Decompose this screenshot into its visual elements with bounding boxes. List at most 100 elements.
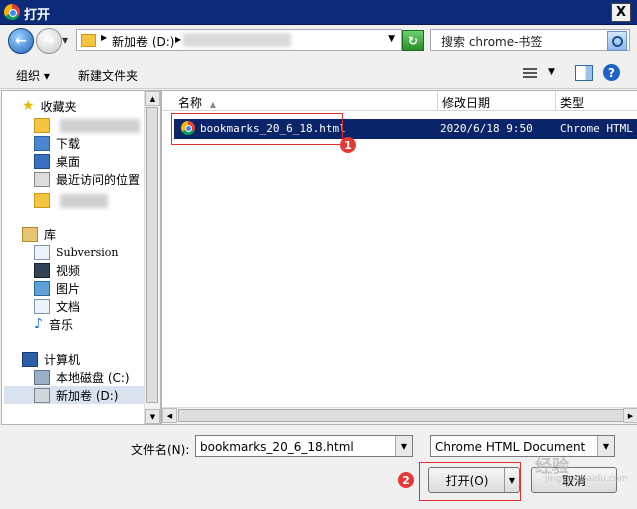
filename-label: 文件名(N):: [131, 443, 190, 457]
organize-button[interactable]: 组织 ▾: [16, 67, 50, 84]
new-folder-button[interactable]: 新建文件夹: [78, 67, 138, 84]
star-icon: ★: [22, 97, 35, 114]
search-icon[interactable]: [607, 31, 627, 51]
chrome-icon: [4, 4, 20, 20]
refresh-icon: ↻: [407, 33, 419, 48]
filename-field[interactable]: bookmarks_20_6_18.html ▼: [195, 435, 413, 457]
file-type: Chrome HTML Document: [560, 122, 637, 135]
scroll-down-icon[interactable]: ▼: [145, 409, 160, 424]
column-label: 名称: [178, 96, 203, 110]
computer-icon: [22, 351, 38, 367]
search-input[interactable]: 搜索 chrome-书签: [441, 33, 542, 50]
forward-arrow-icon: →: [43, 33, 55, 49]
help-icon[interactable]: ?: [603, 64, 620, 81]
blurred-label: [60, 194, 108, 208]
sidebar-item-local-disk[interactable]: 本地磁盘 (C:): [34, 368, 130, 386]
command-toolbar: 组织 ▾ 新建文件夹 ▼ ?: [0, 58, 637, 89]
chevron-down-icon[interactable]: ▼: [395, 436, 412, 456]
sidebar-item-desktop[interactable]: 桌面: [34, 152, 80, 170]
scroll-up-icon[interactable]: ▲: [145, 91, 160, 106]
sidebar-label: 音乐: [48, 317, 73, 332]
desktop-icon: [34, 153, 50, 169]
annotation-badge: 1: [340, 137, 356, 153]
sort-ascending-icon: ▲: [209, 100, 216, 109]
view-options-icon[interactable]: [523, 68, 537, 78]
blurred-label: [60, 119, 140, 133]
sidebar-scrollbar[interactable]: ▲ ▼: [144, 91, 160, 424]
sidebar-item-new-volume[interactable]: 新加卷 (D:): [4, 386, 144, 404]
column-label: 修改日期: [442, 96, 491, 110]
window-title: 打开: [24, 8, 51, 23]
recent-pages-dropdown-icon[interactable]: ▼: [62, 36, 68, 45]
picture-icon: [34, 280, 50, 296]
scroll-thumb[interactable]: [178, 409, 630, 422]
breadcrumb-arrow-icon[interactable]: ▶: [101, 33, 107, 42]
sidebar-item-download[interactable]: 下载: [34, 134, 80, 152]
address-bar[interactable]: ▶ 新加卷 (D:) ▶ ▼: [76, 29, 402, 51]
sidebar-item-videos[interactable]: 视频: [34, 261, 80, 279]
chevron-down-icon[interactable]: ▼: [597, 436, 614, 456]
music-note-icon: ♪: [34, 315, 43, 332]
video-icon: [34, 262, 50, 278]
recent-places-icon: [34, 171, 50, 187]
library-icon: [22, 226, 38, 242]
scroll-right-icon[interactable]: ▶: [623, 408, 637, 423]
filename-value[interactable]: bookmarks_20_6_18.html: [200, 440, 354, 454]
column-header-type[interactable]: 类型: [556, 91, 637, 111]
search-box[interactable]: 搜索 chrome-书签: [430, 29, 630, 51]
column-header-modified[interactable]: 修改日期: [438, 91, 556, 111]
scroll-thumb[interactable]: [146, 107, 158, 403]
local-disk-icon: [34, 369, 50, 385]
folder-icon: [34, 117, 50, 133]
sidebar-item-documents[interactable]: 文档: [34, 297, 80, 315]
sidebar-label: 库: [44, 227, 57, 242]
sidebar-label: 视频: [56, 263, 81, 278]
scroll-left-icon[interactable]: ◀: [162, 408, 177, 423]
sidebar-label: 下载: [56, 136, 81, 151]
sidebar-label: Subversion: [56, 245, 119, 259]
breadcrumb-arrow-icon[interactable]: ▶: [175, 35, 181, 44]
sidebar-label: 桌面: [56, 154, 81, 169]
sidebar-label: 图片: [56, 281, 81, 296]
file-modified: 2020/6/18 9:50: [440, 122, 533, 135]
navigation-pane: ★ 收藏夹 下载 桌面 最近访问的位置 库 Subversion 视频 图片 文档…: [1, 90, 161, 425]
sidebar-item-blurred[interactable]: [34, 116, 56, 134]
close-icon: X: [615, 5, 627, 20]
sidebar-item-computer[interactable]: 计算机: [22, 350, 80, 368]
back-button[interactable]: ←: [8, 28, 34, 54]
drive-icon: [34, 387, 50, 403]
sidebar-item-blurred[interactable]: [34, 191, 56, 209]
address-dropdown-icon[interactable]: ▼: [388, 34, 395, 44]
horizontal-scrollbar[interactable]: ◀ ▶: [162, 407, 637, 424]
close-button[interactable]: X: [611, 3, 631, 22]
annotation-highlight-box: [419, 462, 521, 501]
file-type-select[interactable]: Chrome HTML Document ▼: [430, 435, 615, 457]
sidebar-label: 新加卷 (D:): [56, 388, 119, 403]
annotation-highlight-box: [171, 113, 343, 145]
document-icon: [34, 244, 50, 260]
view-dropdown-icon[interactable]: ▼: [548, 67, 555, 77]
document-icon: [34, 298, 50, 314]
column-label: 类型: [560, 96, 585, 110]
folder-icon: [34, 192, 50, 208]
column-header-name[interactable]: 名称 ▲: [162, 91, 438, 111]
breadcrumb-drive[interactable]: 新加卷 (D:): [112, 33, 174, 50]
watermark-url: jingyan.baidu.com: [545, 474, 629, 484]
sidebar-item-libraries[interactable]: 库: [22, 225, 56, 243]
title-bar: 打开 X: [0, 0, 637, 25]
sidebar-item-music[interactable]: ♪ 音乐: [34, 315, 73, 333]
sidebar-item-recent[interactable]: 最近访问的位置: [34, 170, 140, 188]
annotation-badge: 2: [398, 472, 414, 488]
sidebar-item-favorites[interactable]: ★ 收藏夹: [22, 97, 77, 115]
sidebar-label: 本地磁盘 (C:): [56, 370, 130, 385]
refresh-button[interactable]: ↻: [402, 30, 424, 51]
preview-pane-icon[interactable]: [575, 65, 593, 81]
sidebar-item-pictures[interactable]: 图片: [34, 279, 80, 297]
forward-button[interactable]: →: [36, 28, 62, 54]
back-arrow-icon: ←: [15, 33, 27, 49]
sidebar-item-subversion[interactable]: Subversion: [34, 243, 119, 261]
blurred-breadcrumb: [183, 33, 291, 47]
navigation-bar: ← → ▼ ▶ 新加卷 (D:) ▶ ▼ ↻ 搜索 chrome-书签: [0, 24, 637, 56]
sidebar-label: 最近访问的位置: [56, 172, 141, 187]
download-folder-icon: [34, 135, 50, 151]
